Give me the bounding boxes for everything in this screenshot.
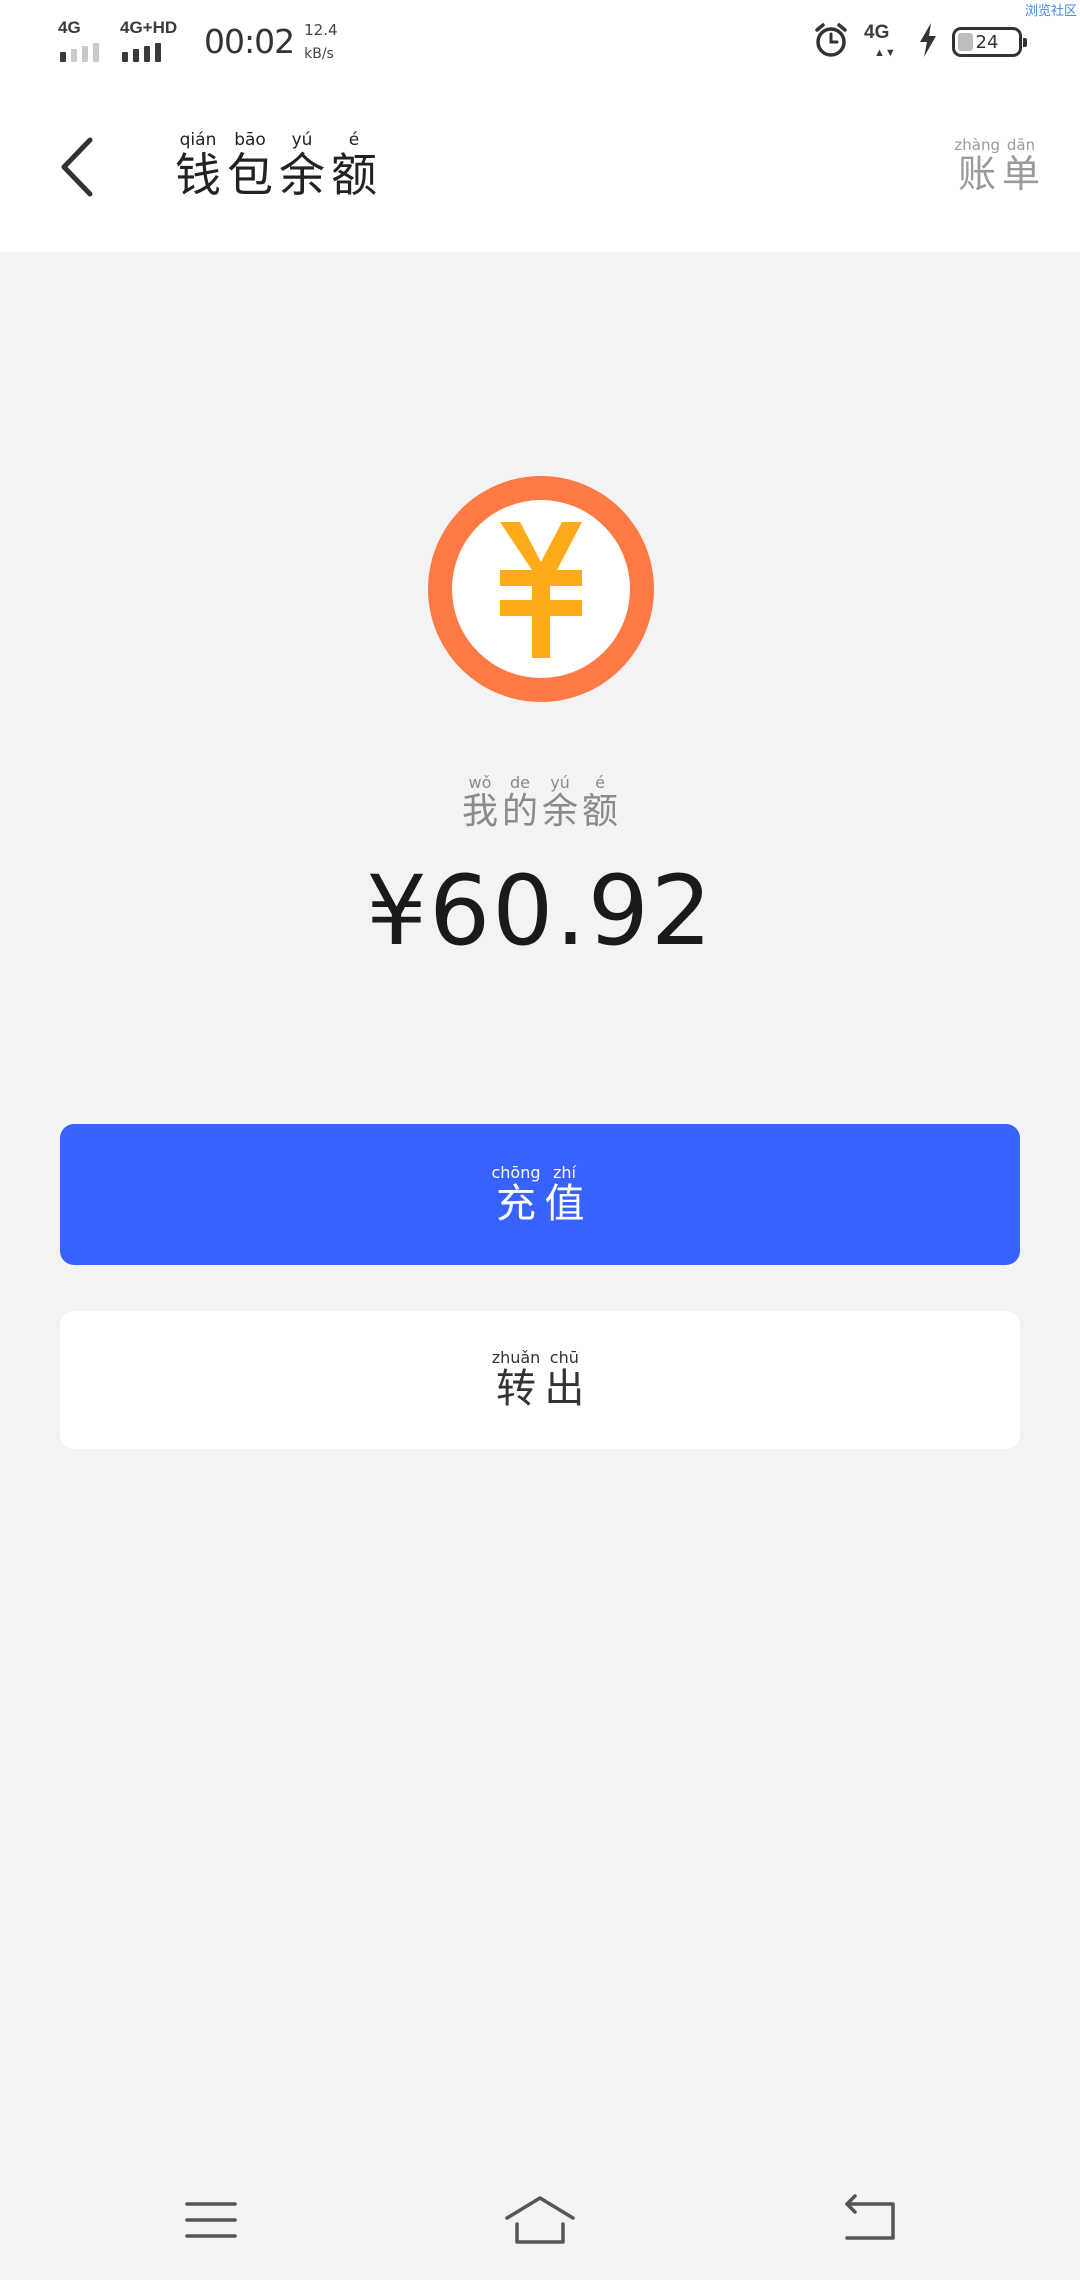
balance-label: wǒ 我 de 的 yú 余 é额: [0, 775, 1080, 831]
data-arrows-icon: ▲▼: [874, 47, 896, 59]
battery-percent: 24: [975, 31, 999, 53]
yuan-symbol: [500, 522, 582, 658]
yuan-coin-icon: [428, 476, 654, 702]
mobile-data-indicator: 4G ▲▼: [864, 22, 904, 62]
system-nav-bar: [0, 2160, 1080, 2280]
title-char: qián 钱: [175, 130, 221, 202]
withdraw-button[interactable]: zhuǎn 转 chū 出: [60, 1311, 1020, 1449]
battery-icon: 24: [952, 27, 1027, 57]
clock: 00:02: [204, 22, 295, 61]
recharge-char: chōng 充: [491, 1162, 541, 1227]
signal-1: 4G: [58, 18, 106, 62]
signal-bars-2-icon: [122, 43, 161, 62]
withdraw-char: chū 出: [544, 1348, 585, 1412]
back-icon: [845, 2194, 895, 2240]
speed-unit: kB/s: [304, 46, 334, 62]
signal-bars-1-icon: [60, 43, 99, 62]
home-button[interactable]: [495, 2190, 585, 2250]
bill-char: dān 单: [1001, 136, 1040, 196]
network-speed: 12.4 kB/s: [304, 18, 337, 66]
label-char: yú 余: [542, 773, 579, 832]
alarm-icon: [812, 21, 850, 63]
nav-back-button[interactable]: [825, 2190, 915, 2250]
community-tag[interactable]: 浏览社区: [1022, 0, 1080, 19]
battery-level: [958, 33, 974, 51]
label-char: de 的: [501, 773, 538, 832]
app-header: qián 钱 bāo 包 yú 余 é额 zhàng 账 dān 单: [0, 82, 1080, 252]
menu-icon: [185, 2202, 237, 2238]
home-icon: [505, 2196, 575, 2244]
charging-icon: [918, 23, 938, 61]
signal-2: 4G+HD: [120, 18, 182, 62]
mobile-data-label: 4G: [864, 22, 890, 43]
page-title: qián 钱 bāo 包 yú 余 é额: [172, 130, 380, 202]
title-char: yú 余: [279, 130, 325, 202]
net-label-2: 4G+HD: [120, 18, 178, 37]
chevron-left-icon: [61, 137, 93, 197]
balance-amount: ¥60.92: [366, 855, 714, 967]
status-bar: 4G 4G+HD 00:02 12.4 kB/s 4G ▲▼ 24: [0, 0, 1080, 82]
withdraw-char: zhuǎn 转: [491, 1348, 541, 1412]
recharge-char: zhí 值: [544, 1162, 585, 1227]
recharge-button[interactable]: chōng 充 zhí 值: [60, 1124, 1020, 1265]
menu-button[interactable]: [165, 2190, 255, 2250]
speed-value: 12.4: [304, 21, 338, 39]
bill-link[interactable]: zhàng 账 dān 单: [954, 138, 1042, 195]
label-char: wǒ 我: [461, 773, 498, 832]
bill-char: zhàng 账: [954, 136, 1000, 196]
net-label-1: 4G: [58, 18, 81, 37]
title-char: é额: [331, 130, 377, 202]
back-button[interactable]: [52, 132, 112, 202]
label-char: é额: [582, 773, 619, 832]
title-char: bāo 包: [227, 130, 273, 202]
